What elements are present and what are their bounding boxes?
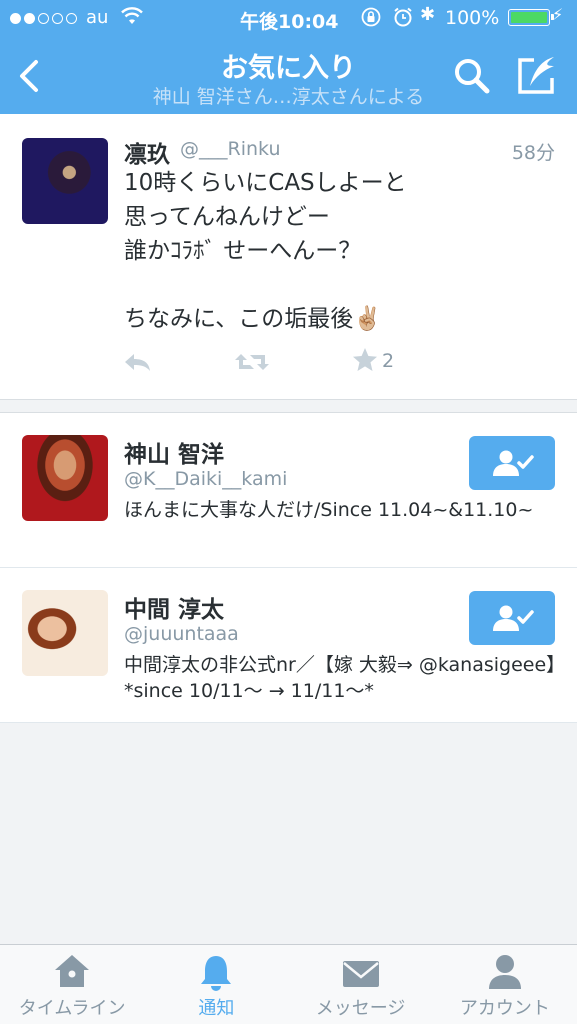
wifi-icon [121,7,143,24]
tweet-text-line: ちなみに、この垢最後✌🏼 [124,306,382,332]
avatar[interactable] [22,435,108,521]
battery-icon [508,9,554,26]
tweet-text-line: 誰かｺﾗﾎﾞ せーへんー？ [124,238,362,264]
bluetooth-icon: ✱ [420,4,436,25]
clock-time: 午後10:04 [240,11,339,33]
tab-label: タイムライン [18,998,126,1019]
tweet-text-line: 10時くらいにCASしよーと [124,170,407,196]
reply-icon[interactable] [122,350,152,374]
favoriters-list: 神山 智洋 @K__Daiki__kami ほんまに大事な人だけ/Since 1… [0,412,577,723]
list-item[interactable]: 中間 淳太 @juuuntaaa 中間淳太の非公式nr／【嫁 大毅⇒ @kana… [0,568,577,723]
envelope-icon [342,961,379,987]
rotation-lock-icon [361,7,381,27]
tab-label: 通知 [198,998,235,1019]
tab-label: メッセージ [315,998,406,1019]
home-icon [55,955,90,987]
alarm-icon [394,7,412,27]
user-name: 中間 淳太 [124,597,225,623]
user-bio: 中間淳太の非公式nr／【嫁 大毅⇒ @kanasigeee】*since 10/… [124,654,556,702]
following-button[interactable] [469,591,555,645]
avatar[interactable] [22,138,108,224]
following-button[interactable] [469,436,555,490]
user-handle: @K__Daiki__kami [124,468,288,490]
bell-icon [201,956,232,991]
retweet-icon[interactable] [234,350,270,374]
tweet-author-handle: @___Rinku [180,138,281,160]
favorite-star-icon[interactable] [352,347,378,373]
list-item[interactable]: 神山 智洋 @K__Daiki__kami ほんまに大事な人だけ/Since 1… [0,413,577,568]
tweet-text-line: 思ってんねんけどー [124,204,330,230]
battery-percent: 100% [445,7,500,29]
carrier-label: au [86,7,109,28]
user-bio: ほんまに大事な人だけ/Since 11.04~&11.10~ [124,499,534,521]
avatar[interactable] [22,590,108,676]
charging-icon: ⚡ [552,5,564,24]
compose-icon[interactable] [516,54,558,96]
tab-notifications[interactable]: 通知 [144,945,288,1024]
person-icon [488,955,521,989]
tweet-timestamp: 58分 [511,142,555,164]
tab-account[interactable]: アカウント [433,945,577,1024]
user-name: 神山 智洋 [124,442,225,468]
favorite-count: 2 [382,350,395,372]
tweet-text: 10時くらいにCASしよーと 思ってんねんけどー 誰かｺﾗﾎﾞ せーへんー？ ち… [124,166,544,336]
status-bar: au 午後10:04 ✱ 100% ⚡ [0,0,577,36]
tab-label: アカウント [459,998,550,1019]
user-handle: @juuuntaaa [124,623,239,645]
tab-bar: タイムライン 通知 メッセージ アカウント [0,944,577,1024]
search-icon[interactable] [452,56,492,96]
following-person-check-icon [493,605,534,631]
tab-timeline[interactable]: タイムライン [0,945,144,1024]
tweet-card[interactable]: 凛玖 @___Rinku 58分 10時くらいにCASしよーと 思ってんねんけど… [0,114,577,400]
header: au 午後10:04 ✱ 100% ⚡ お気に入り 神山 智洋さん…淳太さんによ… [0,0,577,114]
signal-strength-icon [10,13,77,24]
tweet-author-name: 凛玖 [124,142,170,168]
following-person-check-icon [493,450,534,476]
tab-messages[interactable]: メッセージ [289,945,433,1024]
